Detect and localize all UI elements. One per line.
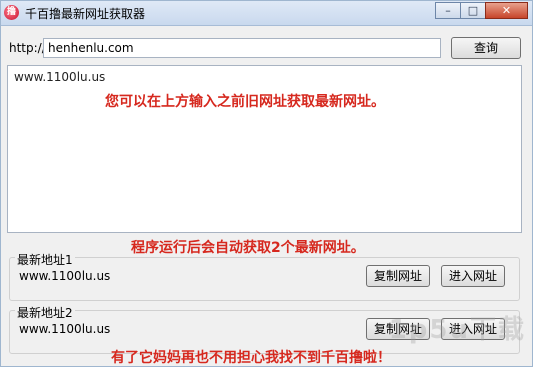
copy-url-button[interactable]: 复制网址 [366,265,430,287]
app-logo-icon: 撸 [4,5,19,20]
hint-input-old-url: 您可以在上方输入之前旧网址获取最新网址。 [105,94,385,110]
latest-address-1-group: 最新地址1 www.1100lu.us 复制网址 进入网址 [9,251,520,301]
window-title: 千百撸最新网址获取器 [25,7,146,21]
latest-address-value: www.1100lu.us [19,322,111,336]
app-window: 撸 千百撸最新网址获取器 – □ ✕ http:// 查询 www.1100lu… [0,0,533,367]
site-watermark: 1p5u下载 [388,315,526,345]
hint-tagline: 有了它妈妈再也不用担心我找不到千百撸啦！ [111,350,391,366]
close-button[interactable]: ✕ [485,2,528,19]
hint-auto-fetch: 程序运行后会自动获取2个最新网址。 [131,240,365,256]
url-input[interactable] [43,38,441,58]
group-title: 最新地址2 [15,304,75,321]
window-controls: – □ ✕ [435,2,528,20]
minimize-button[interactable]: – [435,2,461,19]
http-label: http:// [9,41,46,55]
group-title: 最新地址1 [15,251,75,268]
open-url-button[interactable]: 进入网址 [441,265,505,287]
maximize-button[interactable]: □ [460,2,486,19]
title-bar: 撸 千百撸最新网址获取器 – □ ✕ [1,1,532,26]
latest-address-value: www.1100lu.us [19,269,111,283]
result-text: www.1100lu.us [14,70,106,84]
query-button[interactable]: 查询 [451,37,521,59]
